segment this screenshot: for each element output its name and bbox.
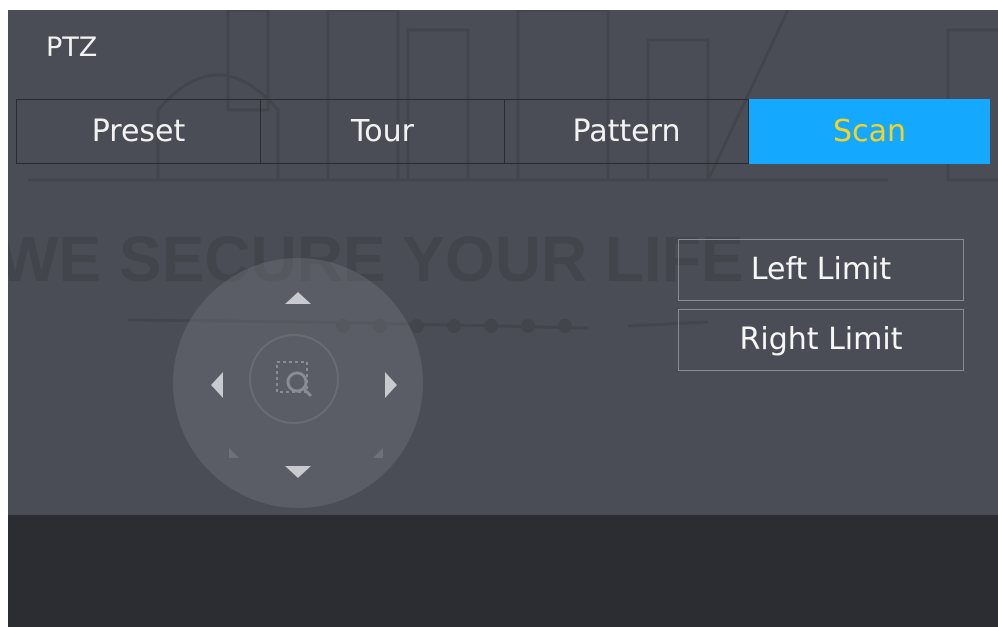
window-title: PTZ <box>46 32 98 63</box>
tab-preset[interactable]: Preset <box>16 99 261 164</box>
diagonal-down-right-icon[interactable] <box>371 446 385 460</box>
zoom-area-icon <box>276 361 313 398</box>
right-limit-button[interactable]: Right Limit <box>678 309 964 371</box>
ptz-joystick <box>173 258 423 508</box>
diagonal-down-left-icon[interactable] <box>227 446 241 460</box>
ptz-center-button[interactable] <box>249 334 339 424</box>
tab-tour[interactable]: Tour <box>260 99 505 164</box>
chevron-down-icon[interactable] <box>283 462 313 482</box>
chevron-left-icon[interactable] <box>207 370 227 400</box>
chevron-right-icon[interactable] <box>381 370 401 400</box>
tab-bar: Preset Tour Pattern Scan <box>16 99 998 164</box>
ptz-panel: WE SECURE YOUR LIFE PTZ Preset Tour Patt… <box>8 10 998 627</box>
left-limit-button[interactable]: Left Limit <box>678 239 964 301</box>
lower-area <box>8 515 998 627</box>
tab-pattern[interactable]: Pattern <box>504 99 749 164</box>
chevron-up-icon[interactable] <box>283 288 313 308</box>
tab-scan[interactable]: Scan <box>749 99 990 164</box>
